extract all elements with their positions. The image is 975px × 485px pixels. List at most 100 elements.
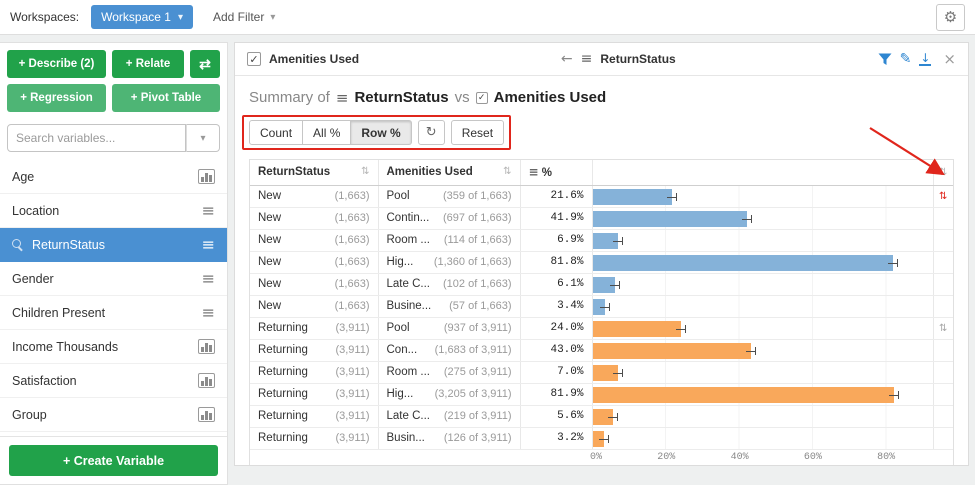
group-label: Returning [258,322,308,334]
search-dropdown-button[interactable]: ▾ [186,124,220,152]
pivot-table-button[interactable]: + Pivot Table [112,84,220,112]
topbar: Workspaces: Workspace 1 ▾ Add Filter ▾ ⚙ [0,0,975,35]
group-label: New [258,300,281,312]
list-icon [202,203,215,219]
bar-cell [592,361,933,383]
title-prefix: Summary of [249,88,330,108]
results-table: ⇅ ReturnStatus ⇅ Amenities Used ≡ % [249,159,954,466]
value-mode-segmented-control: Count All % Row % [249,120,412,145]
error-whisker-icon [742,211,752,227]
create-variable-button[interactable]: + Create Variable [9,445,218,476]
refresh-button[interactable]: ↻ [418,120,445,145]
group-count: (3,911) [335,366,369,378]
group-label: Returning [258,432,308,444]
workspace-selector[interactable]: Workspace 1 ▾ [91,5,193,29]
group-count: (1,663) [335,278,370,290]
chevron-down-icon: ▾ [200,133,205,144]
row-sort-icon[interactable]: ⇅ [939,323,947,334]
variable-list-item[interactable]: Satisfaction [0,364,227,398]
variable-list-item[interactable]: ReturnStatus [0,228,227,262]
reset-button[interactable]: Reset [451,120,504,145]
column-header-sort[interactable]: ⇅ [933,160,953,185]
edit-icon[interactable]: ✎ [900,51,912,67]
secondary-variable-label: ReturnStatus [600,52,675,66]
primary-variable-label: Amenities Used [269,52,359,66]
group-count: (1,663) [335,300,370,312]
row-sort-cell [933,339,953,361]
percent-value: 24.0% [520,317,592,339]
analysis-actions: + Describe (2) + Relate ⇄ + Regression +… [0,43,227,119]
search-input[interactable] [7,124,186,152]
table-row[interactable]: Returning (3,911) Pool (937 of 3,911) 24… [250,317,953,339]
sidebar: + Describe (2) + Relate ⇄ + Regression +… [0,42,228,485]
settings-button[interactable]: ⚙ [936,4,965,31]
column-header-percent[interactable]: ≡ % [520,160,592,185]
variable-name: Group [12,408,198,422]
amenity-label: Late C... [387,278,430,290]
checkbox-checked-icon[interactable]: ✓ [247,52,261,66]
axis-tick-label: 60% [804,452,822,463]
percent-value: 21.6% [520,185,592,207]
variable-name: Gender [12,272,202,286]
bar [593,321,681,337]
sort-icon: ⇅ [939,167,947,178]
table-row[interactable]: Returning (3,911) Con... (1,683 of 3,911… [250,339,953,361]
group-count: (3,911) [335,432,369,444]
table-row[interactable]: New (1,663) Pool (359 of 1,663) 21.6% ⇅ [250,185,953,207]
row-sort-cell: ⇅ [933,185,953,207]
variable-list-item[interactable]: Location [0,194,227,228]
variable-list-item[interactable]: Gender [0,262,227,296]
error-whisker-icon [888,255,898,271]
bar-cell [592,273,933,295]
group-count: (3,911) [335,388,369,400]
group-label: Returning [258,410,308,422]
table-row[interactable]: New (1,663) Busine... (57 of 1,663) 3.4% [250,295,953,317]
table-row[interactable]: Returning (3,911) Room ... (275 of 3,911… [250,361,953,383]
error-whisker-icon [610,277,620,293]
variable-list-item[interactable]: Group [0,398,227,432]
variable-list-item[interactable]: Children Present [0,296,227,330]
add-filter-button[interactable]: Add Filter ▾ [213,10,275,24]
bar [593,255,894,271]
swap-variables-button[interactable]: ⇄ [190,50,220,78]
table-row[interactable]: Returning (3,911) Hig... (3,205 of 3,911… [250,383,953,405]
variable-name: Income Thousands [12,340,198,354]
bar-cell [592,295,933,317]
histogram-icon [198,339,215,354]
table-row[interactable]: New (1,663) Contin... (697 of 1,663) 41.… [250,207,953,229]
variable-list-item[interactable]: Income Thousands [0,330,227,364]
group-label: New [258,212,281,224]
column-header-returnstatus[interactable]: ⇅ ReturnStatus [250,160,378,185]
back-arrow-icon[interactable]: ← [561,51,573,67]
relate-button[interactable]: + Relate [112,50,184,78]
table-row[interactable]: New (1,663) Hig... (1,360 of 1,663) 81.8… [250,251,953,273]
table-row[interactable]: Returning (3,911) Busin... (126 of 3,911… [250,427,953,449]
percent-value: 7.0% [520,361,592,383]
sort-icon: ⇅ [361,166,369,177]
variable-name: Location [12,204,202,218]
bar-cell [592,405,933,427]
describe-button[interactable]: + Describe (2) [7,50,106,78]
axis-tick-label: 20% [657,452,675,463]
close-icon[interactable]: × [943,50,956,68]
amenity-label: Con... [387,344,418,356]
hamburger-icon: ≡ [336,88,349,108]
download-icon[interactable]: ↓ [919,52,931,66]
all-percent-button[interactable]: All % [303,120,351,145]
column-header-amenities[interactable]: ⇅ Amenities Used [378,160,520,185]
refresh-icon: ↻ [426,125,437,140]
row-percent-button[interactable]: Row % [351,120,411,145]
regression-button[interactable]: + Regression [7,84,106,112]
count-button[interactable]: Count [249,120,303,145]
results-table-body: New (1,663) Pool (359 of 1,663) 21.6% ⇅ … [250,185,953,449]
filter-icon[interactable] [878,53,892,66]
table-row[interactable]: Returning (3,911) Late C... (219 of 3,91… [250,405,953,427]
table-row[interactable]: New (1,663) Room ... (114 of 1,663) 6.9% [250,229,953,251]
group-label: New [258,256,281,268]
table-row[interactable]: New (1,663) Late C... (102 of 1,663) 6.1… [250,273,953,295]
variable-list-item[interactable]: Age [0,160,227,194]
amenity-label: Busin... [387,432,425,444]
row-sort-icon[interactable]: ⇅ [939,191,947,202]
amenity-label: Hig... [387,388,414,400]
bar-cell [592,207,933,229]
